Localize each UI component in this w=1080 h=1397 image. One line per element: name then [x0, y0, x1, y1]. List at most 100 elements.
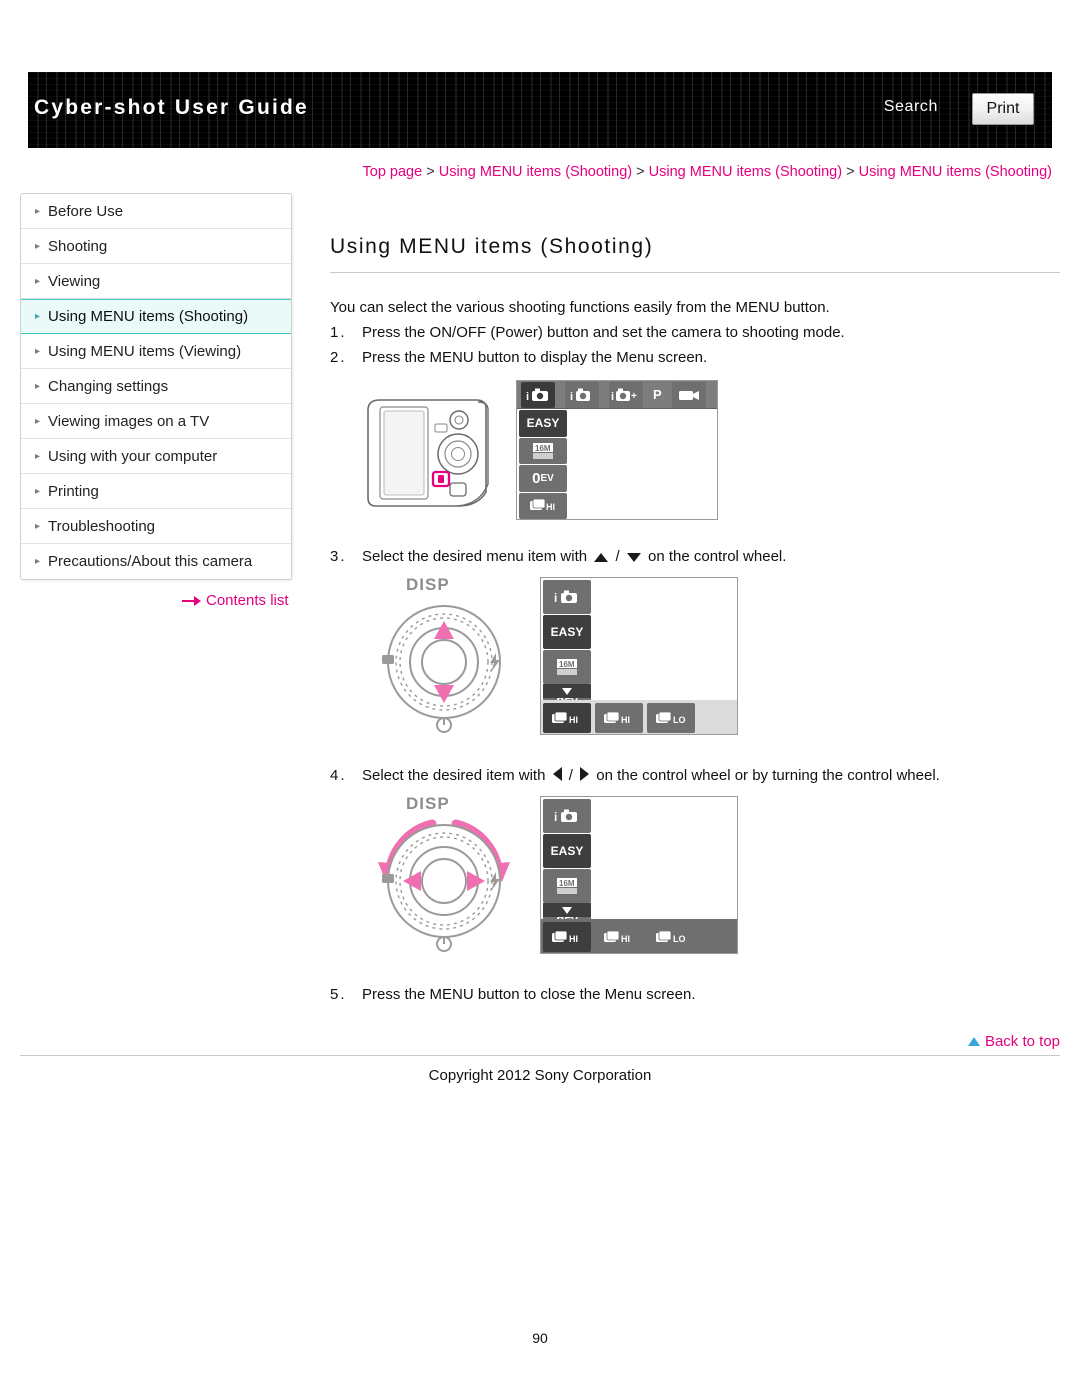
control-wheel-svg — [378, 819, 510, 952]
lcd-option-row: HI HI LO — [541, 919, 737, 953]
sidebar: ▸ Before Use ▸ Shooting ▸ Viewing ▸ Usin… — [20, 193, 292, 580]
sidebar-item-using-with-your-computer[interactable]: ▸ Using with your computer — [21, 439, 291, 474]
option-burst-lo[interactable]: LO — [647, 921, 695, 952]
sidebar-item-label: Using with your computer — [48, 447, 218, 465]
icon-program-mode: P — [653, 387, 662, 402]
option-burst-hi-selected[interactable]: HI — [543, 702, 591, 733]
lcd-menu-column: EASY 16M 0 EV HI — [517, 409, 569, 519]
chevron-right-icon: ▸ — [35, 380, 41, 392]
breadcrumb-item-2[interactable]: Using MENU items (Shooting) — [649, 164, 842, 180]
up-arrow-icon — [594, 553, 609, 562]
search-button[interactable]: Search — [884, 98, 938, 116]
step-text: Select the desired menu item with / on t… — [362, 548, 787, 565]
option-burst-hi-selected[interactable]: HI — [543, 921, 591, 952]
svg-text:i: i — [554, 591, 557, 605]
menu-item-easy[interactable]: EASY — [519, 410, 567, 437]
breadcrumb-item-3[interactable]: Using MENU items (Shooting) — [859, 164, 1052, 180]
menu-item-intelligent-auto[interactable]: i — [543, 580, 591, 614]
option-burst-hi[interactable]: HI — [595, 702, 643, 733]
chevron-right-icon: ▸ — [35, 311, 41, 322]
chevron-right-icon: ▸ — [35, 556, 41, 567]
lcd-menu-column-leftright: i EASY 16M 0EV — [541, 797, 593, 938]
lcd-menu-screen: i i i + P EASY 16M 0 EV HI — [516, 380, 718, 520]
step-text-before: Select the desired item with — [362, 767, 546, 784]
menu-item-easy[interactable]: EASY — [543, 615, 591, 649]
app-header: Cyber-shot User Guide Search Print — [28, 72, 1052, 148]
sidebar-item-using-menu-items-shooting[interactable]: ▸ Using MENU items (Shooting) — [21, 299, 291, 334]
sidebar-item-before-use[interactable]: ▸ Before Use — [21, 194, 291, 229]
control-wheel-illustration: DISP — [364, 794, 524, 956]
sidebar-item-using-menu-items-viewing[interactable]: ▸ Using MENU items (Viewing) — [21, 334, 291, 369]
lcd-option-row: HI HI LO — [541, 700, 737, 734]
down-arrow-icon — [562, 906, 572, 914]
lcd-menu-screen-updown: i EASY 16M 0EV HI HI — [540, 577, 738, 735]
option-burst-lo[interactable]: LO — [647, 702, 695, 733]
disp-label: DISP — [406, 794, 450, 813]
menu-item-ev-unit: EV — [540, 472, 554, 484]
print-button[interactable]: Print — [972, 93, 1034, 125]
page-number: 90 — [532, 1330, 548, 1346]
breadcrumb-separator: > — [846, 164, 855, 180]
svg-text:HI: HI — [569, 934, 578, 944]
caret-up-icon — [967, 1037, 980, 1046]
menu-item-image-size[interactable]: 16M — [543, 650, 591, 684]
icon-superior-auto-plus: i + — [609, 381, 643, 408]
sidebar-item-label: Troubleshooting — [48, 517, 156, 535]
sidebar-item-troubleshooting[interactable]: ▸ Troubleshooting — [21, 509, 291, 544]
breadcrumb-item-0[interactable]: Top page — [363, 164, 423, 180]
icon-superior-auto: i — [565, 381, 599, 408]
sidebar-item-shooting[interactable]: ▸ Shooting — [21, 229, 291, 264]
menu-item-easy[interactable]: EASY — [543, 834, 591, 868]
sidebar-item-changing-settings[interactable]: ▸ Changing settings — [21, 369, 291, 404]
back-to-top-link[interactable]: Back to top — [967, 1033, 1060, 1050]
step-4: 4. Select the desired item with / on the… — [330, 767, 1060, 784]
svg-text:LO: LO — [673, 934, 686, 944]
contents-list-label: Contents list — [206, 592, 289, 609]
step-number: 1. — [330, 324, 347, 341]
step-text-after: on the control wheel. — [647, 548, 787, 565]
menu-item-exposure-compensation[interactable]: 0EV — [519, 465, 567, 492]
option-burst-hi[interactable]: HI — [595, 921, 643, 952]
down-arrow-icon — [626, 553, 641, 562]
sidebar-item-viewing[interactable]: ▸ Viewing — [21, 264, 291, 299]
step-2: 2. Press the MENU button to display the … — [330, 349, 1060, 366]
contents-list-link[interactable]: Contents list — [182, 592, 289, 609]
svg-text:i: i — [526, 391, 529, 403]
svg-text:i: i — [554, 810, 557, 824]
chevron-right-icon: ▸ — [35, 240, 41, 252]
main-content: Using MENU items (Shooting) You can sele… — [330, 235, 1060, 1003]
step-number: 4. — [330, 767, 347, 784]
lcd-menu-screen-leftright: i EASY 16M 0EV HI HI — [540, 796, 738, 954]
sidebar-item-label: Viewing images on a TV — [48, 412, 210, 430]
step-text: Select the desired item with / on the co… — [362, 767, 940, 784]
menu-item-intelligent-auto[interactable]: i — [543, 799, 591, 833]
menu-item-image-size[interactable]: 16M — [543, 869, 591, 903]
back-to-top-label: Back to top — [984, 1033, 1060, 1050]
icon-movie-mode — [671, 381, 706, 408]
page-title-banner: Cyber-shot User Guide — [34, 96, 309, 119]
sidebar-item-printing[interactable]: ▸ Printing — [21, 474, 291, 509]
figure-control-wheel-updown: DISP i EASY 16M HI HI LO — [358, 575, 1060, 747]
sidebar-item-label: Viewing — [48, 272, 101, 290]
breadcrumb-item-1[interactable]: Using MENU items (Shooting) — [439, 164, 632, 180]
svg-text:i: i — [570, 391, 573, 403]
sidebar-item-label: Before Use — [48, 202, 124, 220]
step-text-after: on the control wheel or by turning the c… — [596, 767, 940, 784]
figure-camera-menu: i i i + P EASY 16M 0 EV HI — [358, 378, 1060, 528]
step-1: 1. Press the ON/OFF (Power) button and s… — [330, 324, 1060, 341]
menu-item-burst-hi[interactable]: HI — [519, 492, 567, 519]
chevron-right-icon: ▸ — [35, 275, 41, 287]
footer-divider — [20, 1055, 1060, 1056]
breadcrumb-separator: > — [426, 164, 435, 180]
intro-text: You can select the various shooting func… — [330, 299, 830, 316]
sidebar-item-precautions-about-this-camera[interactable]: ▸ Precautions/About this camera — [21, 544, 291, 579]
sidebar-item-viewing-images-on-a-tv[interactable]: ▸ Viewing images on a TV — [21, 404, 291, 439]
right-arrow-icon — [580, 767, 590, 781]
disp-label: DISP — [406, 575, 450, 594]
svg-text:+: + — [631, 391, 637, 402]
breadcrumb-separator: > — [636, 164, 645, 180]
menu-item-image-size[interactable]: 16M — [519, 437, 567, 464]
step-text: Press the MENU button to close the Menu … — [362, 986, 696, 1003]
step-number: 2. — [330, 349, 347, 366]
chevron-right-icon: ▸ — [35, 415, 41, 427]
